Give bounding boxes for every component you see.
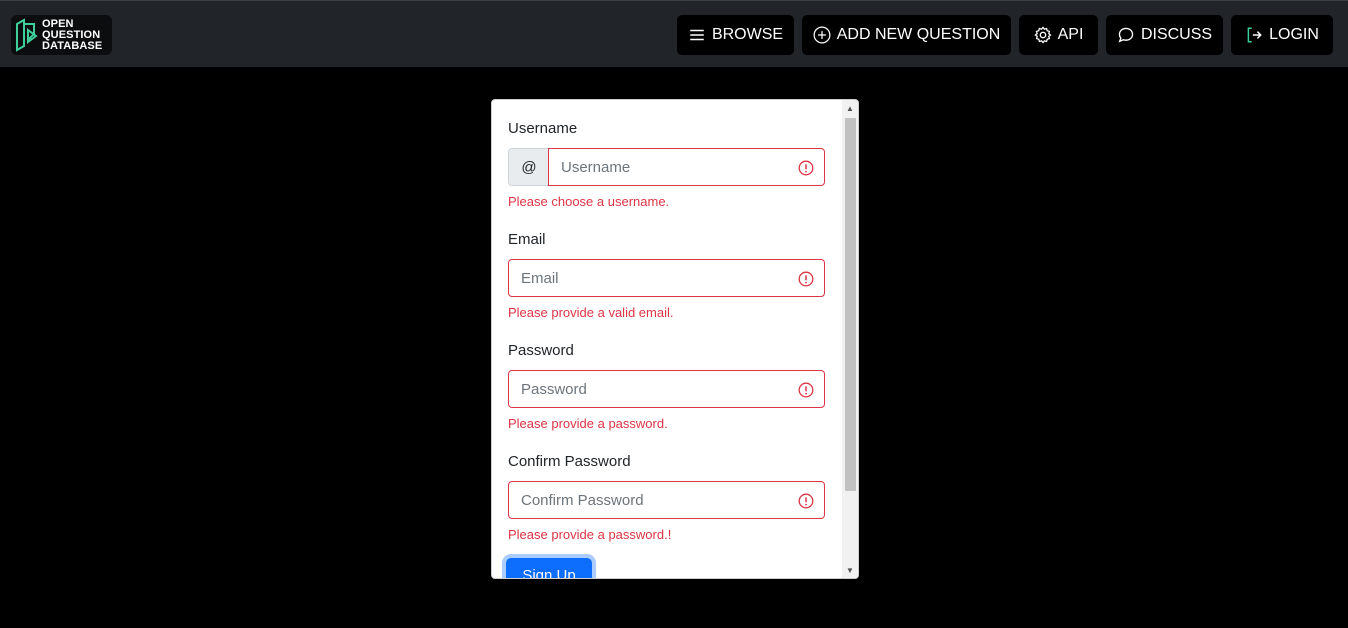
api-label: API [1057,26,1084,43]
chat-icon [1118,27,1134,43]
logo-line-2: QUESTION [42,28,101,41]
signup-modal: Username @ Username Please choose a user… [491,99,859,579]
password-error: Please provide a password. [508,416,668,431]
login-button[interactable]: LOGIN [1231,15,1333,55]
login-arrow-icon [1247,27,1262,43]
gear-icon [1033,26,1052,44]
username-placeholder: Username [561,158,631,176]
discuss-label: DISCUSS [1140,26,1213,43]
confirm-password-input[interactable]: Confirm Password [508,481,825,519]
password-label: Password [508,342,574,359]
username-input-group: @ Username [508,148,825,186]
scrollbar-thumb[interactable] [845,118,856,491]
password-placeholder: Password [521,380,587,398]
scroll-down-arrow-icon[interactable]: ▼ [842,562,858,578]
top-navbar: OPEN QUESTION DATABASE BROWSE ADD NEW QU… [0,0,1348,67]
email-placeholder: Email [521,269,559,287]
list-icon [690,29,704,41]
discuss-button[interactable]: DISCUSS [1106,15,1223,55]
logo-mark-icon [16,18,38,52]
api-button[interactable]: API [1019,15,1098,55]
error-icon [798,160,814,176]
error-icon [798,271,814,287]
password-input-group: Password [508,370,825,408]
confirm-password-placeholder: Confirm Password [521,491,644,509]
browse-button[interactable]: BROWSE [677,15,794,55]
at-sign-addon: @ [508,148,549,186]
add-new-question-label: ADD NEW QUESTION [836,26,1001,43]
error-icon [798,493,814,509]
confirm-password-error: Please provide a password.! [508,527,672,542]
logo-line-1: OPEN [42,17,74,30]
email-error: Please provide a valid email. [508,305,674,320]
logo-text: OPEN QUESTION DATABASE [42,17,103,52]
site-logo[interactable]: OPEN QUESTION DATABASE [11,15,112,55]
username-error: Please choose a username. [508,194,670,209]
login-label: LOGIN [1269,26,1319,43]
signup-form: Username @ Username Please choose a user… [492,100,842,578]
modal-scrollbar[interactable]: ▲ ▼ [842,100,858,578]
email-input-group: Email [508,259,825,297]
browse-label: BROWSE [711,26,784,43]
logo-line-3: DATABASE [42,39,103,52]
username-input[interactable]: Username [548,148,825,186]
scroll-up-arrow-icon[interactable]: ▲ [842,100,858,116]
confirm-password-input-group: Confirm Password [508,481,825,519]
sign-up-button[interactable]: Sign Up [506,558,592,578]
error-icon [798,382,814,398]
plus-circle-icon [813,26,831,44]
email-input[interactable]: Email [508,259,825,297]
password-input[interactable]: Password [508,370,825,408]
confirm-password-label: Confirm Password [508,453,631,470]
email-label: Email [508,231,546,248]
username-label: Username [508,120,578,137]
add-new-question-button[interactable]: ADD NEW QUESTION [802,15,1011,55]
